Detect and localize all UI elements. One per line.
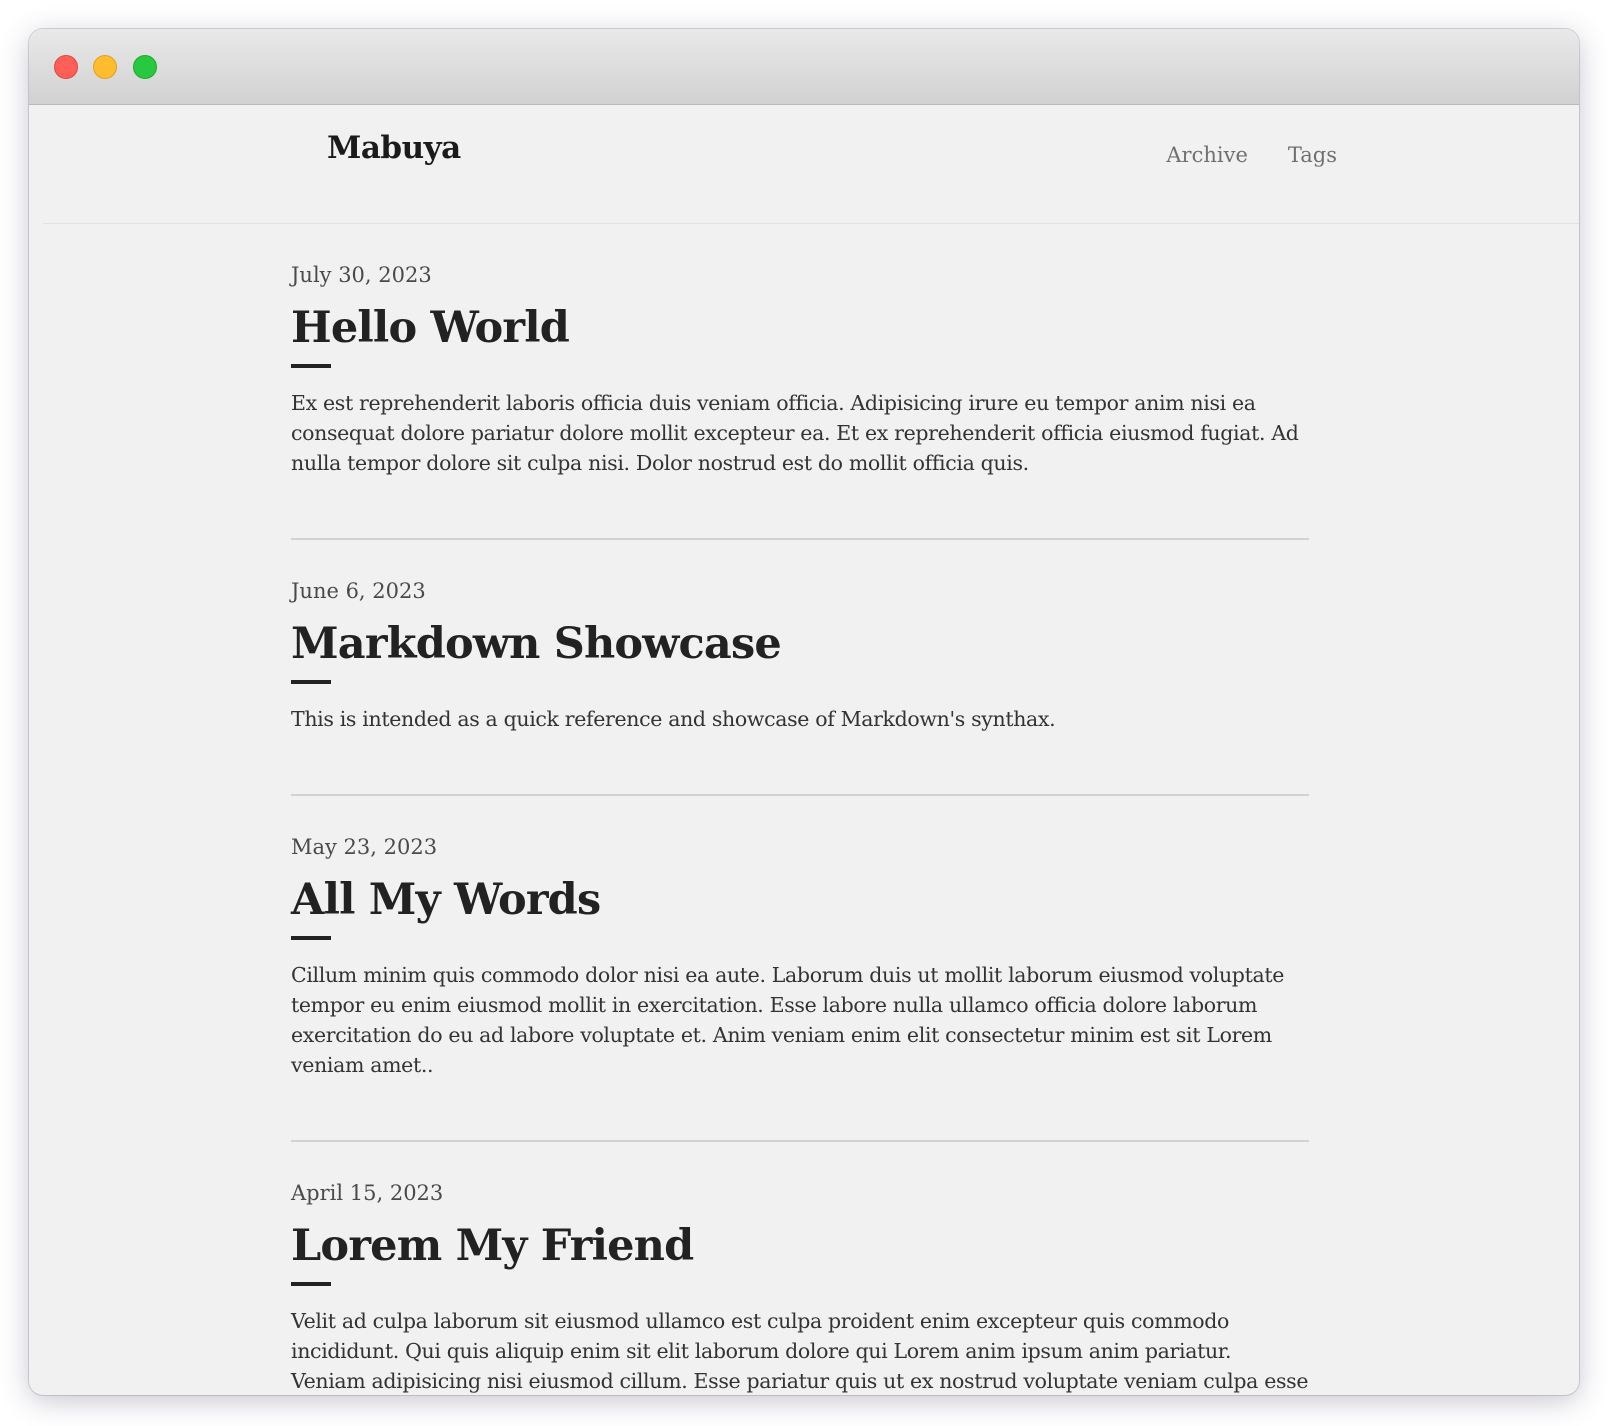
post-list: July 30, 2023 Hello World Ex est reprehe… xyxy=(291,224,1309,1395)
window-titlebar xyxy=(29,29,1579,105)
title-underline xyxy=(291,364,331,368)
close-window-button[interactable] xyxy=(54,55,78,79)
post-item: April 15, 2023 Lorem My Friend Velit ad … xyxy=(291,1142,1309,1395)
site-title-link[interactable]: Mabuya xyxy=(327,130,461,166)
post-excerpt: Ex est reprehenderit laboris officia dui… xyxy=(291,391,1299,475)
post-title-link[interactable]: Hello World xyxy=(291,300,1309,356)
post-excerpt: Cillum minim quis commodo dolor nisi ea … xyxy=(291,963,1285,1077)
post-excerpt: This is intended as a quick reference an… xyxy=(291,707,1056,731)
post-excerpt: Velit ad culpa laborum sit eiusmod ullam… xyxy=(291,1309,1309,1393)
site-header: Mabuya Archive Tags xyxy=(43,105,1579,224)
title-underline xyxy=(291,936,331,940)
post-item: June 6, 2023 Markdown Showcase This is i… xyxy=(291,540,1309,796)
post-title-link[interactable]: All My Words xyxy=(291,872,1309,928)
post-date: May 23, 2023 xyxy=(291,835,438,859)
post-title-link[interactable]: Markdown Showcase xyxy=(291,616,1309,672)
post-title-link[interactable]: Lorem My Friend xyxy=(291,1218,1309,1274)
maximize-window-button[interactable] xyxy=(133,55,157,79)
title-underline xyxy=(291,1282,331,1286)
main-nav: Archive Tags xyxy=(1166,143,1337,167)
minimize-window-button[interactable] xyxy=(93,55,117,79)
post-item: May 23, 2023 All My Words Cillum minim q… xyxy=(291,796,1309,1142)
browser-window: Mabuya Archive Tags July 30, 2023 Hello … xyxy=(29,29,1579,1395)
title-underline xyxy=(291,680,331,684)
post-date: June 6, 2023 xyxy=(291,579,426,603)
nav-link-tags[interactable]: Tags xyxy=(1288,143,1337,167)
post-date: July 30, 2023 xyxy=(291,263,432,287)
post-item: July 30, 2023 Hello World Ex est reprehe… xyxy=(291,224,1309,540)
post-date: April 15, 2023 xyxy=(291,1181,444,1205)
nav-link-archive[interactable]: Archive xyxy=(1166,143,1248,167)
